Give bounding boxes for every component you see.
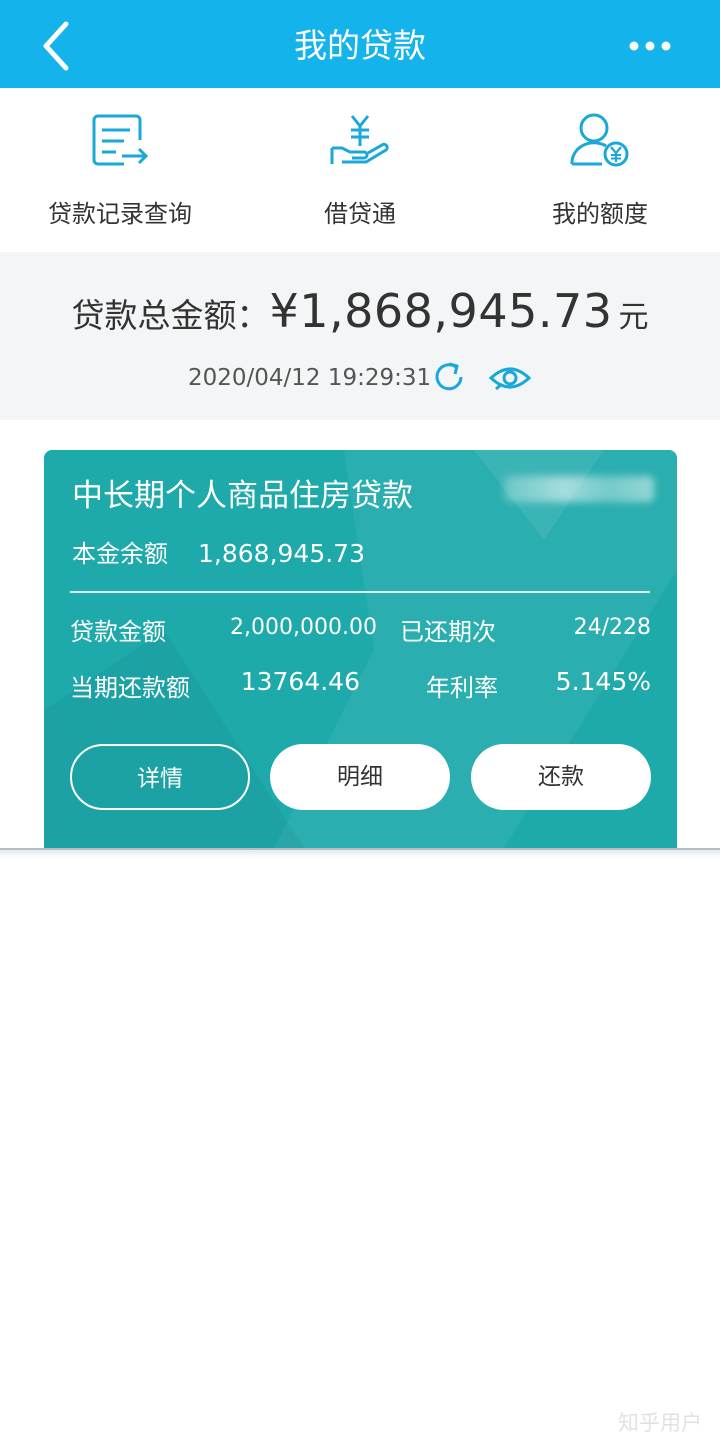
total-amount-value: ¥1,868,945.73 [269, 284, 613, 338]
loan-summary: 贷款总金额：¥1,868,945.73 元 2020/04/12 19:29:31 [0, 252, 720, 420]
loan-amount-label: 贷款金额 [70, 618, 166, 646]
total-amount-row: 贷款总金额：¥1,868,945.73 元 [0, 284, 720, 338]
quick-item-my-quota[interactable]: 我的额度 [480, 88, 720, 252]
update-timestamp: 2020/04/12 19:29:31 [188, 365, 432, 391]
current-payment-label: 当期还款额 [70, 674, 190, 702]
hand-yuan-icon [330, 115, 389, 164]
page-title: 我的贷款 [294, 26, 426, 65]
card-divider [70, 591, 650, 593]
repay-button[interactable]: 还款 [471, 744, 651, 810]
quick-menu: 贷款记录查询 借贷通 我的额度 [0, 88, 720, 252]
document-export-icon [92, 114, 149, 166]
quick-item-label: 贷款记录查询 [48, 200, 192, 228]
total-amount-unit: 元 [618, 300, 649, 335]
quick-item-jiedaitong[interactable]: 借贷通 [240, 88, 480, 252]
loan-amount-value: 2,000,000.00 [230, 615, 377, 640]
quick-item-label: 我的额度 [552, 200, 648, 228]
paid-periods-label: 已还期次 [400, 618, 496, 646]
user-yuan-icon [570, 113, 629, 167]
loan-card-body: 中长期个人商品住房贷款 本金余额 1,868,945.73 贷款金额 2,000… [44, 450, 677, 848]
refresh-icon[interactable] [430, 358, 468, 396]
paid-periods-value: 24/228 [573, 615, 651, 640]
annual-rate-label: 年利率 [426, 674, 498, 702]
total-amount-label: 贷款总金额： [71, 296, 270, 335]
masked-account-number [504, 476, 654, 502]
eye-icon[interactable] [488, 362, 532, 394]
more-dots-icon[interactable] [628, 38, 672, 54]
quick-item-loan-records[interactable]: 贷款记录查询 [0, 88, 240, 252]
top-bar: 我的贷款 [0, 0, 720, 88]
details-button[interactable]: 详情 [70, 744, 250, 810]
principal-balance-value: 1,868,945.73 [198, 539, 365, 568]
loan-product-title: 中长期个人商品住房贷款 [72, 478, 413, 514]
loan-card: 中长期个人商品住房贷款 本金余额 1,868,945.73 贷款金额 2,000… [44, 450, 677, 848]
watermark: 知乎用户 [618, 1411, 702, 1435]
annual-rate-value: 5.145% [555, 667, 651, 696]
current-payment-value: 13764.46 [240, 667, 360, 696]
principal-balance-label: 本金余额 [72, 540, 168, 568]
loan-page: 我的贷款 贷款记录查询 借贷通 我的额度 贷款总金额：¥1,868,945.73… [0, 0, 720, 1453]
quick-item-label: 借贷通 [324, 200, 396, 228]
breakdown-button[interactable]: 明细 [270, 744, 450, 810]
divider-shadow [0, 850, 720, 858]
